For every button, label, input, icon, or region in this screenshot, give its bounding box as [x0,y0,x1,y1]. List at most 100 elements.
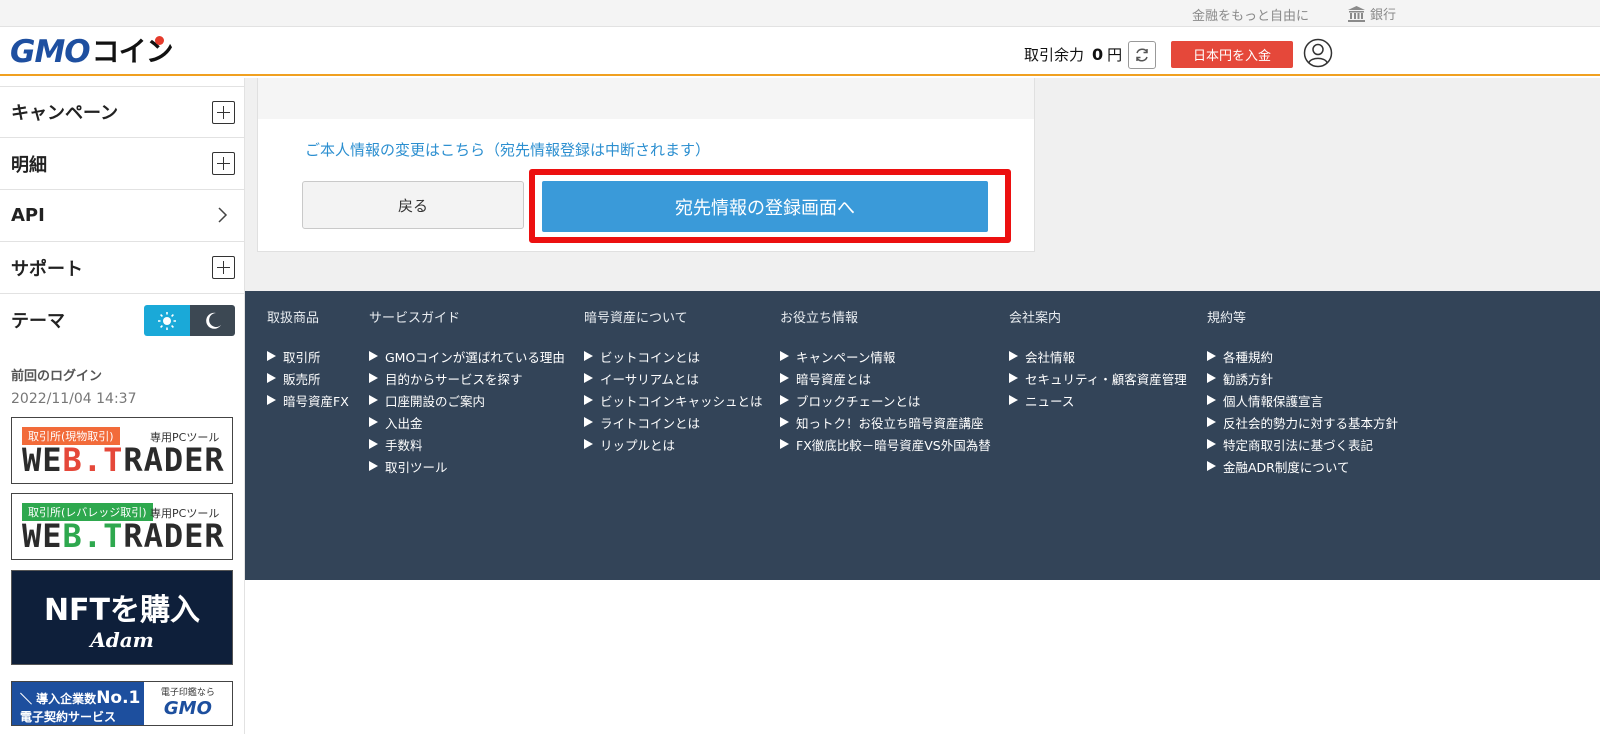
footer-link-label: 取引所 [283,349,321,365]
footer-link-label: 手数料 [385,437,423,453]
sidebar-item-label: キャンペーン [11,103,119,124]
sun-icon [158,311,176,330]
footer-link[interactable]: 手数料 [369,433,565,455]
footer-link[interactable]: 入出金 [369,411,565,433]
footer-link[interactable]: 金融ADR制度について [1207,455,1398,477]
footer-link[interactable]: 取引所 [267,345,349,367]
footer-link[interactable]: リップルとは [584,433,763,455]
footer-link[interactable]: ビットコインとは [584,345,763,367]
expand-plus-icon[interactable] [212,101,235,124]
triangle-right-icon [267,351,276,361]
theme-label: テーマ [11,311,65,332]
footer-column-crypto: 暗号資産について ビットコインとは イーサリアムとは ビットコインキャッシュとは… [584,307,763,455]
triangle-right-icon [780,351,789,361]
webtrader-leverage-banner[interactable]: 取引所(レバレッジ取引) 専用PCツール WEB.TRADER [11,493,233,560]
footer-column-products: 取扱商品 取引所 販売所 暗号資産FX [267,307,349,411]
refresh-balance-button[interactable] [1128,41,1156,69]
triangle-right-icon [369,395,378,405]
footer-link[interactable]: 取引ツール [369,455,565,477]
footer-link-label: 反社会的勢力に対する基本方針 [1223,415,1399,431]
sidebar-item-support[interactable]: サポート [0,242,245,294]
footer-link[interactable]: ライトコインとは [584,411,763,433]
theme-toggle[interactable] [144,305,235,336]
webtrader-spot-banner[interactable]: 取引所(現物取引) 専用PCツール WEB.TRADER [11,417,233,484]
footer-link[interactable]: 販売所 [267,367,349,389]
dark-theme-button[interactable] [190,305,235,336]
footer-link-label: 販売所 [283,371,321,387]
gmo-coin-logo[interactable]: GMO コイン [10,36,174,68]
footer-link[interactable]: ニュース [1009,389,1187,411]
footer-link[interactable]: FX徹底比較－暗号資産VS外国為替 [780,433,991,455]
sidebar-item-api[interactable]: API [0,190,245,242]
user-account-icon[interactable] [1303,38,1333,68]
footer-link-label: キャンペーン情報 [796,349,896,365]
triangle-right-icon [267,373,276,383]
footer-link[interactable]: 各種規約 [1207,345,1398,367]
footer-link-label: GMOコインが選ばれている理由 [385,349,565,365]
footer-link-label: 知っトク！お役立ち暗号資産講座 [796,415,984,431]
footer-link-label: 目的からサービスを探す [385,371,523,387]
footer-link[interactable]: 特定商取引法に基づく表記 [1207,433,1398,455]
trading-balance: 取引余力 0 円 [1024,44,1122,65]
footer-link[interactable]: 会社情報 [1009,345,1187,367]
footer-link[interactable]: 口座開設のご案内 [369,389,565,411]
triangle-right-icon [780,417,789,427]
triangle-right-icon [1009,351,1018,361]
gmo-sign-banner[interactable]: ＼ 導入企業数No.1 電子契約サービス 電子印鑑なら GMO [11,681,233,726]
footer-link-label: 各種規約 [1223,349,1274,365]
site-footer: 取扱商品 取引所 販売所 暗号資産FX サービスガイド GMOコインが選ばれてい… [245,291,1600,580]
footer-heading: サービスガイド [369,311,461,326]
footer-link-label: 口座開設のご案内 [385,393,486,409]
footer-column-terms: 規約等 各種規約 勧誘方針 個人情報保護宣言 反社会的勢力に対する基本方針 特定… [1207,307,1398,477]
expand-plus-icon[interactable] [212,152,235,175]
triangle-right-icon [1207,351,1216,361]
sign-banner-left: ＼ 導入企業数No.1 電子契約サービス [12,682,144,725]
last-login-label: 前回のログイン [11,369,103,384]
footer-link[interactable]: イーサリアムとは [584,367,763,389]
sidebar-item-label: 明細 [11,154,47,176]
expand-plus-icon[interactable] [212,256,235,279]
footer-link[interactable]: GMOコインが選ばれている理由 [369,345,565,367]
change-personal-info-link[interactable]: ご本人情報の変更はこちら（宛先情報登録は中断されます） [305,139,710,160]
footer-link[interactable]: ビットコインキャッシュとは [584,389,763,411]
footer-link[interactable]: セキュリティ・顧客資産管理 [1009,367,1187,389]
footer-heading: 取扱商品 [267,311,320,326]
nft-adam-banner[interactable]: NFTを購入 Adam [11,570,233,665]
footer-link-label: リップルとは [600,437,676,453]
footer-link[interactable]: ブロックチェーンとは [780,389,991,411]
adam-brand: Adam [90,628,154,652]
triangle-right-icon [584,351,593,361]
footer-link[interactable]: 反社会的勢力に対する基本方針 [1207,411,1398,433]
triangle-right-icon [369,417,378,427]
footer-link[interactable]: キャンペーン情報 [780,345,991,367]
back-button[interactable]: 戻る [302,181,524,229]
footer-link-label: セキュリティ・顧客資産管理 [1025,371,1187,387]
sign-banner-right: 電子印鑑なら GMO [143,682,232,725]
footer-link[interactable]: 目的からサービスを探す [369,367,565,389]
register-address-button[interactable]: 宛先情報の登録画面へ [542,181,988,232]
deposit-jpy-button[interactable]: 日本円を入金 [1171,41,1293,68]
webtrader-logo: WEB.TRADER [22,441,225,479]
light-theme-button[interactable] [144,305,190,336]
triangle-right-icon [1207,439,1216,449]
footer-link-label: ブロックチェーンとは [796,393,921,409]
main-content: ご本人情報の変更はこちら（宛先情報登録は中断されます） 戻る 宛先情報の登録画面… [245,78,1600,291]
triangle-right-icon [369,439,378,449]
balance-unit: 円 [1107,46,1123,64]
triangle-right-icon [780,439,789,449]
footer-heading: 会社案内 [1009,311,1062,326]
sidebar-item-statements[interactable]: 明細 [0,138,245,190]
footer-link[interactable]: 暗号資産FX [267,389,349,411]
footer-link[interactable]: 個人情報保護宣言 [1207,389,1398,411]
footer-link[interactable]: 勧誘方針 [1207,367,1398,389]
bank-link[interactable]: 銀行 [1348,4,1396,23]
footer-link[interactable]: 暗号資産とは [780,367,991,389]
logo-coin-text: コイン [92,36,174,66]
refresh-icon [1136,48,1148,62]
sidebar: キャンペーン 明細 API サポート テーマ 前回のログイン 2022/11/0… [0,78,245,734]
nft-banner-title: NFTを購入 [43,593,201,628]
balance-label: 取引余力 [1024,46,1085,64]
tagline: 金融をもっと自由に [1192,9,1310,24]
footer-link[interactable]: 知っトク！お役立ち暗号資産講座 [780,411,991,433]
sidebar-item-campaign[interactable]: キャンペーン [0,86,245,138]
